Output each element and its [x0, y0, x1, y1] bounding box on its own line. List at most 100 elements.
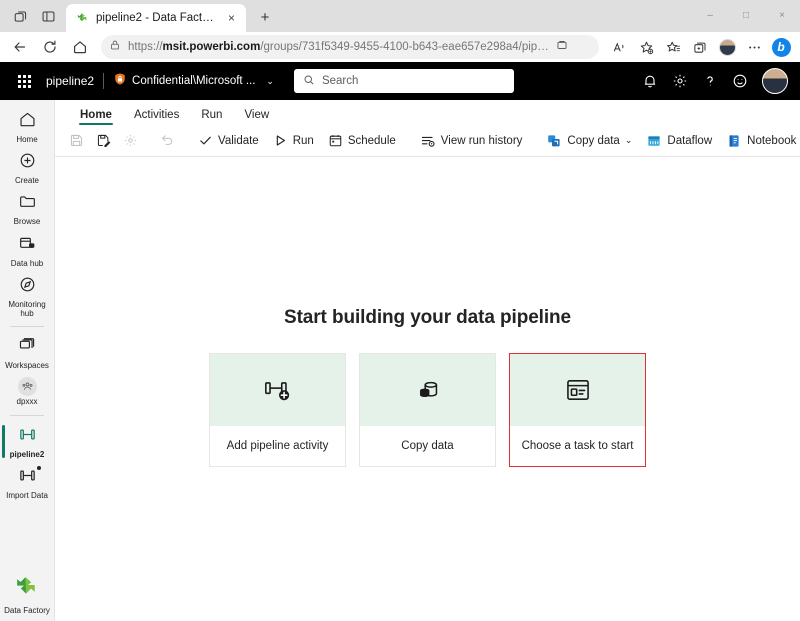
app-launcher-waffle-icon[interactable] [10, 67, 38, 95]
sidebar-item-browse[interactable]: Browse [0, 188, 54, 229]
task-template-icon [510, 354, 645, 426]
copy-data-label: Copy data [567, 134, 620, 147]
back-icon[interactable] [6, 34, 34, 60]
site-permissions-lock-icon[interactable] [109, 38, 121, 56]
card-add-pipeline-activity[interactable]: Add pipeline activity [209, 353, 346, 467]
schedule-label: Schedule [347, 134, 396, 147]
settings-gear-icon[interactable] [672, 73, 688, 89]
sidebar-item-label: Import Data [6, 490, 48, 500]
sidebar-item-label: Home [16, 135, 38, 144]
sidebar-item-home[interactable]: Home [0, 106, 54, 147]
tab-actions-icon[interactable] [6, 3, 34, 29]
browser-settings-more-icon[interactable] [741, 34, 767, 60]
save-as-button[interactable] [90, 128, 117, 154]
sidebar-item-label: Create [14, 176, 39, 186]
account-avatar[interactable] [762, 68, 788, 94]
folder-icon [18, 192, 37, 216]
copilot-bing-icon[interactable]: b [768, 34, 794, 60]
card-copy-data[interactable]: Copy data [359, 353, 496, 467]
pipeline-icon [18, 425, 37, 449]
workspace-avatar-icon [17, 377, 37, 397]
profile-avatar[interactable] [714, 34, 740, 60]
tab-close-icon[interactable]: × [224, 11, 239, 26]
browser-tab-pipeline2[interactable]: pipeline2 - Data Factory × [66, 4, 246, 32]
search-icon [303, 74, 315, 89]
sidebar-item-dpxxx[interactable]: dpxxx [0, 373, 54, 409]
validate-label: Validate [218, 134, 259, 147]
window-maximize-button[interactable]: □ [728, 0, 764, 30]
sidebar-item-create[interactable]: Create [0, 147, 54, 188]
sidebar-footer-label: Data Factory [4, 606, 50, 615]
window-controls: – □ × [692, 0, 800, 30]
card-choose-task-to-start[interactable]: Choose a task to start [509, 353, 646, 467]
dataflow-button[interactable]: Dataflow [639, 128, 719, 154]
tab-view[interactable]: View [233, 109, 280, 125]
browser-toolbar-actions: b [606, 34, 794, 60]
notebook-button[interactable]: Notebook [719, 128, 800, 154]
sidebar-item-label: Browse [13, 217, 41, 227]
address-bar[interactable]: https://msit.powerbi.com/groups/731f5349… [101, 35, 599, 59]
sidebar-item-monitoring-hub[interactable]: Monitoring hub [0, 271, 54, 321]
notebook-label: Notebook [747, 134, 797, 147]
add-activity-icon [210, 354, 345, 426]
wallet-icon[interactable] [556, 38, 568, 56]
sidebar-item-label: pipeline2 [9, 449, 45, 459]
compass-icon [18, 275, 37, 299]
global-search-placeholder: Search [321, 75, 359, 87]
unsaved-changes-badge [37, 465, 41, 470]
tab-run[interactable]: Run [190, 109, 233, 125]
window-minimize-button[interactable]: – [692, 0, 728, 30]
dataflow-label: Dataflow [667, 134, 713, 147]
sidebar-divider [10, 414, 44, 416]
sensitivity-label-text: Confidential\Microsoft ... [132, 75, 256, 87]
chevron-down-icon: ⌄ [266, 75, 274, 86]
sidebar-item-label: Monitoring hub [8, 299, 46, 318]
collections-icon[interactable] [687, 34, 713, 60]
sidebar-item-pipeline2[interactable]: pipeline2 [0, 421, 54, 462]
pipeline-canvas: Start building your data pipeline Add pi… [55, 157, 800, 621]
plus-circle-icon [18, 151, 37, 175]
address-bar-url: https://msit.powerbi.com/groups/731f5349… [128, 41, 549, 53]
favorites-list-icon[interactable] [660, 34, 686, 60]
read-aloud-icon[interactable] [606, 34, 632, 60]
page-title: Start building your data pipeline [284, 307, 571, 328]
tab-home[interactable]: Home [69, 109, 123, 125]
copy-data-cylinder-icon [360, 354, 495, 426]
tab-activities[interactable]: Activities [123, 109, 190, 125]
sidebar-item-import-data[interactable]: Import Data [0, 462, 54, 503]
notifications-bell-icon[interactable] [642, 73, 658, 89]
help-question-icon[interactable] [702, 73, 718, 89]
browser-navigation-bar: https://msit.powerbi.com/groups/731f5349… [0, 32, 800, 62]
sidebar-item-label: Workspaces [5, 361, 49, 371]
sidebar-footer[interactable]: Data Factory [4, 574, 50, 621]
window-close-button[interactable]: × [764, 0, 800, 30]
run-button[interactable]: Run [266, 128, 321, 154]
add-favorite-icon[interactable] [633, 34, 659, 60]
app-name-label: pipeline2 [46, 74, 95, 88]
copy-data-button[interactable]: Copy data ⌄ [539, 128, 639, 154]
home-icon[interactable] [66, 34, 94, 60]
pipeline-settings-button[interactable] [117, 128, 144, 154]
sidebar-item-data-hub[interactable]: Data hub [0, 230, 54, 271]
card-label: Add pipeline activity [226, 440, 329, 452]
app-header-actions [642, 68, 790, 94]
refresh-icon[interactable] [36, 34, 64, 60]
schedule-button[interactable]: Schedule [321, 128, 403, 154]
left-navigation-rail: Home Create Browse Data hub Monitoring h… [0, 100, 54, 621]
sidebar-item-workspaces[interactable]: Workspaces [0, 332, 54, 373]
save-button[interactable] [63, 128, 90, 154]
view-run-history-label: View run history [440, 134, 523, 147]
data-factory-favicon-icon [75, 11, 89, 25]
sensitivity-label-button[interactable]: Confidential\Microsoft ... ⌄ [113, 72, 274, 91]
global-search-box[interactable]: Search [293, 69, 514, 93]
view-run-history-button[interactable]: View run history [413, 128, 530, 154]
new-tab-button[interactable]: + [252, 4, 278, 30]
browser-tab-title: pipeline2 - Data Factory [96, 12, 217, 24]
workspaces-icon [18, 336, 37, 360]
validate-button[interactable]: Validate [191, 128, 266, 154]
undo-button[interactable] [154, 128, 181, 154]
sidebar-item-label: dpxxx [16, 397, 38, 407]
feedback-smiley-icon[interactable] [732, 73, 748, 89]
tab-search-icon[interactable] [34, 3, 62, 29]
start-cards-group: Add pipeline activity Copy data Choose a… [209, 353, 646, 467]
